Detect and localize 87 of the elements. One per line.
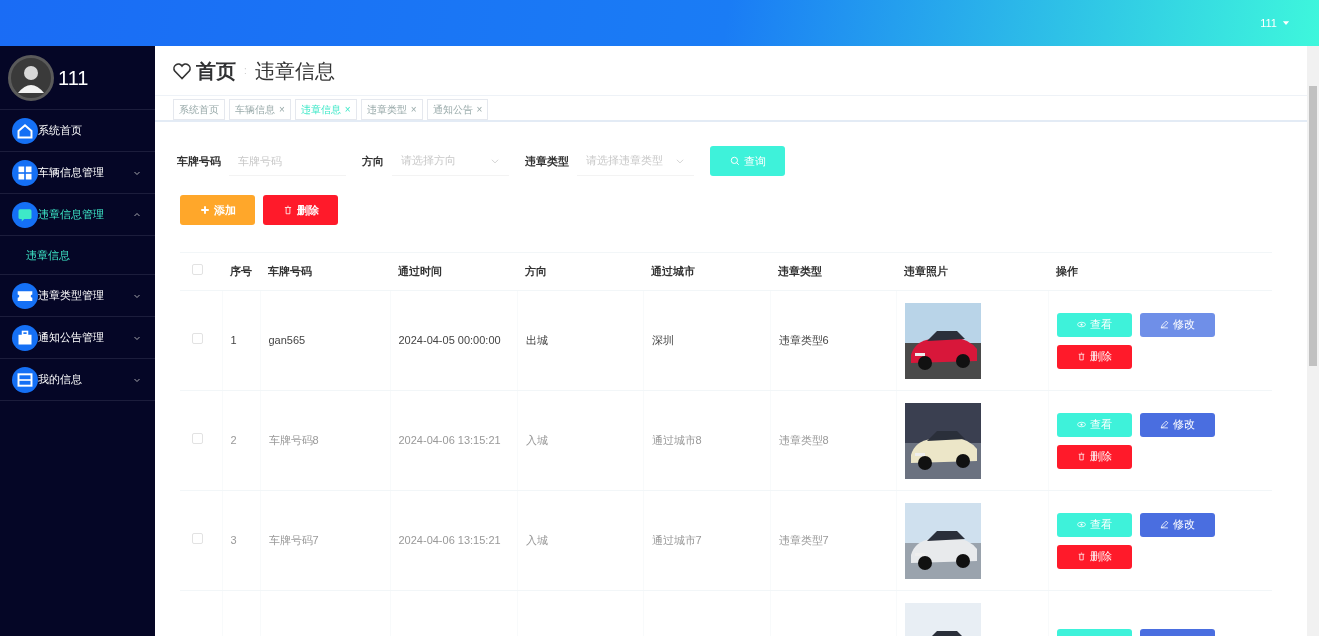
grid-icon: [12, 159, 38, 186]
trash-icon: [1076, 352, 1086, 361]
eye-icon: [1076, 420, 1086, 429]
view-button[interactable]: 查看: [1056, 312, 1132, 337]
column-header: 违章照片: [896, 252, 1048, 291]
close-icon[interactable]: ×: [476, 102, 483, 117]
plus-icon: [199, 205, 210, 215]
edit-button[interactable]: 修改: [1139, 512, 1215, 537]
checkbox[interactable]: [192, 333, 203, 345]
trash-icon: [282, 205, 293, 215]
user-menu[interactable]: 111: [1260, 14, 1291, 32]
checkbox[interactable]: [192, 433, 203, 445]
table-cell: 违章类型7: [778, 534, 829, 547]
card-icon: [12, 366, 38, 393]
table-cell: 2024-04-06 13:15:21: [398, 534, 501, 547]
table-cell: 通过城市8: [651, 434, 702, 447]
sidebar-item[interactable]: 违章信息管理: [0, 194, 155, 236]
close-icon[interactable]: ×: [410, 102, 417, 117]
checkbox[interactable]: [192, 533, 203, 545]
avatar-icon: [8, 54, 54, 101]
view-button[interactable]: 查看: [1056, 512, 1132, 537]
view-button[interactable]: 查看: [1056, 412, 1132, 437]
breadcrumb-separator: :: [244, 64, 247, 78]
trash-icon: [1076, 552, 1086, 561]
table-cell: gan565: [268, 334, 306, 347]
search-icon: [729, 156, 740, 166]
scrollbar[interactable]: [1307, 46, 1319, 636]
table-cell: 通过城市7: [651, 534, 702, 547]
chevron-icon: [133, 210, 141, 219]
sidebar-item[interactable]: 通知公告管理: [0, 317, 155, 359]
search-button[interactable]: 查询: [710, 146, 785, 176]
table-cell: 3: [230, 534, 237, 547]
delete-button[interactable]: 删除: [263, 195, 338, 225]
column-header: 通过城市: [643, 252, 770, 291]
tab[interactable]: 系统首页: [173, 99, 225, 120]
ticket-icon: [12, 282, 38, 309]
table-cell: 2024-04-06 13:15:21: [398, 434, 501, 447]
column-header: 操作: [1048, 252, 1272, 291]
tab[interactable]: 违章信息 ×: [294, 99, 357, 120]
breadcrumb-current: 违章信息: [254, 58, 335, 84]
column-header: 违章类型: [770, 252, 896, 291]
filter-label: 违章类型: [525, 153, 569, 169]
table-cell: 深圳: [651, 334, 674, 347]
chat-icon: [12, 201, 38, 228]
tab[interactable]: 通知公告 ×: [426, 99, 489, 120]
user-name: 111: [58, 65, 89, 91]
briefcase-icon: [12, 324, 38, 351]
eye-icon: [1076, 320, 1086, 329]
table-cell: 出城: [525, 334, 548, 347]
pencil-icon: [1159, 520, 1169, 529]
edit-button[interactable]: 修改: [1139, 312, 1215, 337]
eye-icon: [1076, 520, 1086, 529]
heart-icon: [172, 60, 192, 81]
column-header: 通过时间: [390, 252, 517, 291]
checkbox[interactable]: [192, 264, 203, 276]
sidebar-item[interactable]: 我的信息: [0, 359, 155, 401]
tab[interactable]: 违章类型 ×: [360, 99, 423, 120]
table-cell: 入城: [525, 434, 548, 447]
column-header: 车牌号码: [260, 252, 390, 291]
column-header: 序号: [222, 252, 260, 291]
filter-label: 方向: [362, 153, 384, 169]
table-cell: 车牌号码8: [268, 434, 319, 447]
breadcrumb-link[interactable]: 首页: [196, 55, 236, 86]
delete-button[interactable]: 删除: [1056, 444, 1132, 469]
table-cell: 2024-04-05 00:00:00: [398, 334, 501, 347]
home-icon: [12, 117, 38, 144]
column-header: 方向: [517, 252, 643, 291]
table-cell: 1: [230, 334, 237, 347]
table-cell: 车牌号码7: [268, 534, 319, 547]
add-button[interactable]: 添加: [180, 195, 255, 225]
close-icon[interactable]: ×: [279, 102, 285, 117]
edit-button[interactable]: 修改: [1139, 412, 1215, 437]
trash-icon: [1076, 452, 1086, 461]
delete-button[interactable]: 删除: [1056, 544, 1132, 569]
table-cell: 入城: [525, 534, 548, 547]
table-cell: 违章类型6: [778, 334, 829, 347]
pencil-icon: [1159, 320, 1169, 329]
table-cell: 违章类型8: [778, 434, 829, 447]
sidebar-item[interactable]: 系统首页: [0, 110, 155, 152]
close-icon[interactable]: ×: [344, 102, 351, 117]
tab[interactable]: 车辆信息 ×: [229, 99, 291, 120]
sidebar-item[interactable]: 车辆信息管理: [0, 152, 155, 194]
filter-label: 车牌号码: [177, 153, 221, 169]
table-cell: 2: [230, 434, 237, 447]
delete-button[interactable]: 删除: [1056, 344, 1132, 369]
pencil-icon: [1159, 420, 1169, 429]
sidebar-item[interactable]: 违章类型管理: [0, 275, 155, 317]
